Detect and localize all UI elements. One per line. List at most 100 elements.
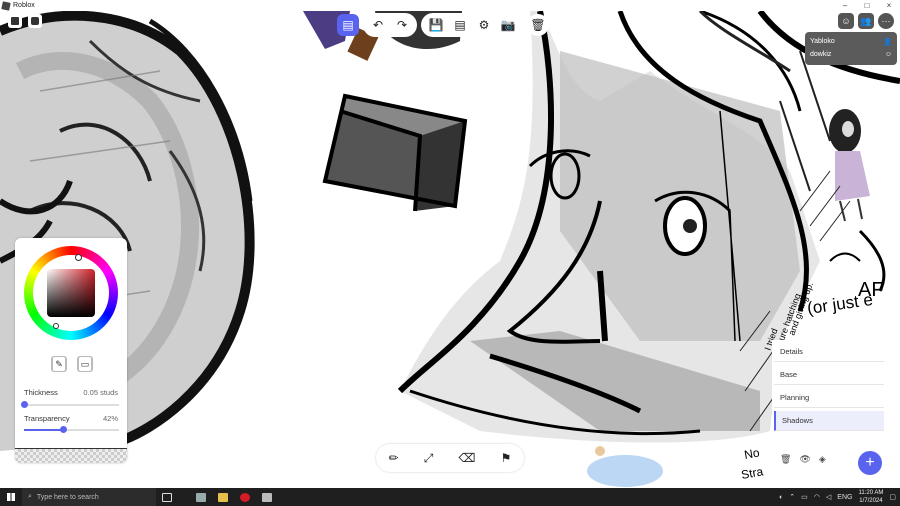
network-icon[interactable]: ▭ [801,493,808,501]
people-icon: 👥 [860,15,872,26]
roblox-logo-icon [11,17,19,25]
hue-wheel[interactable] [24,246,118,340]
figure-detail [595,446,605,456]
chat-icon [31,17,39,25]
search-icon: ⌕ [28,493,32,500]
line-tool-button[interactable]: ⤢ [424,451,434,466]
taskbar-app-explorer[interactable] [212,488,234,506]
transparency-value: 42% [102,414,118,423]
color-picker-panel: ✎ ▭ Thickness 0.05 studs Transparency 42… [15,238,127,463]
tray-arrow-icon[interactable]: ⌃ [789,493,795,501]
canvas-list-button[interactable]: ▤ [449,14,471,36]
board-mode-button[interactable]: ▤ [337,14,359,36]
gear-icon: ⚙ [478,18,490,32]
canvas-drawing: AF (or just e I tried pure hatching and … [0,11,900,487]
weather-icon[interactable]: ◐ [779,494,783,501]
color-input-button[interactable]: ▭ [77,356,93,372]
face-sketch [397,11,831,443]
layer-stack-button[interactable]: ◈ [819,454,826,465]
add-layer-button[interactable]: + [858,451,882,475]
roblox-menu-button[interactable] [8,14,22,28]
drawing-tools: ✏ ⤢ ⌫ ⚑ [376,444,524,472]
hue-knob[interactable] [75,254,82,261]
clock-time: 11:20 AM [858,490,884,496]
undo-button[interactable]: ↶ [367,14,389,36]
thickness-value: 0.05 studs [83,388,118,397]
minimize-button[interactable]: – [834,0,856,11]
store-icon [196,492,206,502]
eyedropper-button[interactable]: ✎ [51,356,67,372]
clear-canvas-button[interactable]: 🗑 [527,14,549,36]
player-row[interactable]: Yabloko 👤 [810,35,892,48]
layer-item-details[interactable]: Details [774,342,884,362]
chat-button[interactable] [28,14,42,28]
player-name: dowkiz [810,51,832,58]
player-name: Yabloko [810,38,835,45]
settings-button[interactable]: ⚙ [473,14,495,36]
line-icon: ⤢ [423,450,434,465]
windows-taskbar: ⌕ Type here to search ◐ ⌃ ▭ ◠ ◁ ENG 11:2… [0,488,900,506]
save-icon: 💾 [428,18,444,32]
saturation-knob[interactable] [53,323,59,329]
redo-button[interactable]: ↷ [391,14,413,36]
pencil-tool-button[interactable]: ✏ [389,451,399,465]
trash-icon: 🗑 [780,454,792,464]
windows-logo-icon [7,493,15,501]
avatar-button[interactable]: ☺ [838,13,854,29]
screenshot-button[interactable]: 📷 [497,14,519,36]
roblox-app-icon [1,0,11,11]
list-icon: ▤ [454,18,466,32]
layer-name: Base [780,370,798,379]
window-title: Roblox [13,2,35,9]
taskbar-app-roblox[interactable] [256,488,278,506]
eraser-tool-button[interactable]: ⌫ [459,451,476,465]
file-group: 💾 ▤ ⚙ 📷 [421,13,523,37]
color-preview-strip [15,448,127,463]
eye-icon: 👁 [799,454,811,464]
blue-figure [587,455,663,487]
save-button[interactable]: 💾 [425,14,447,36]
transparency-slider[interactable] [24,426,119,433]
notifications-icon[interactable]: ▢ [889,493,896,501]
clock[interactable]: 11:20 AM 1/7/2024 [858,489,883,505]
window-title-bar: Roblox – □ × [0,0,900,11]
saturation-value-square[interactable] [47,269,95,317]
layer-item-shadows[interactable]: Shadows [774,411,884,431]
toggle-visibility-button[interactable]: 👁 [799,454,810,465]
picker-tools: ✎ ▭ [51,356,93,372]
layer-item-base[interactable]: Base [774,365,884,385]
task-view-icon [162,492,172,502]
drawing-canvas[interactable]: AF (or just e I tried pure hatching and … [0,11,900,488]
maximize-button[interactable]: □ [856,0,878,11]
folder-icon [218,492,228,502]
camera-icon: 📷 [500,18,516,32]
flag-tool-button[interactable]: ⚑ [501,451,512,465]
layer-item-planning[interactable]: Planning [774,388,884,408]
thickness-slider-knob[interactable] [20,401,28,408]
delete-layer-button[interactable]: 🗑 [780,454,791,465]
close-window-button[interactable]: × [878,0,900,11]
volume-icon[interactable]: ◁ [826,493,831,501]
start-button[interactable] [0,488,22,506]
layer-name: Shadows [782,416,813,425]
more-button[interactable]: ··· [878,13,894,29]
language-indicator[interactable]: ENG [837,494,852,501]
players-button[interactable]: 👥 [858,13,874,29]
player-row[interactable]: dowkiz ☺ [810,48,892,61]
layers-icon: ◈ [818,454,826,464]
taskbar-app-opera[interactable] [234,488,256,506]
canvas-text-side-4: No [743,445,761,462]
avatar-icon: ☺ [841,16,851,26]
transparency-slider-fill [24,429,64,431]
window-controls: – □ × [834,0,900,11]
pencil-icon: ✏ [388,451,399,465]
taskbar-search[interactable]: ⌕ Type here to search [22,488,156,506]
clock-date: 1/7/2024 [859,498,883,504]
transparency-slider-knob[interactable] [60,426,68,433]
task-view-button[interactable] [156,488,178,506]
thickness-slider[interactable] [20,401,119,408]
taskbar-app-store[interactable] [190,488,212,506]
layer-actions: 🗑 👁 ◈ [780,454,826,465]
wifi-icon[interactable]: ◠ [814,493,820,501]
plus-icon: + [865,454,875,471]
